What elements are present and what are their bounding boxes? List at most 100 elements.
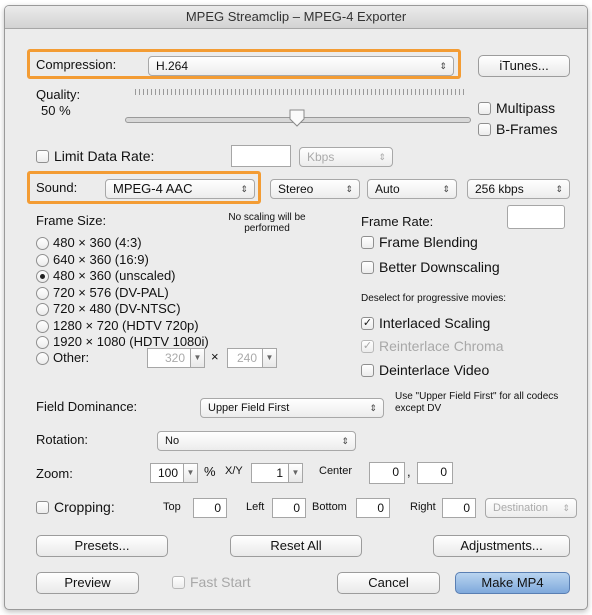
other-width-field[interactable]: 320 <box>147 348 191 368</box>
other-height-stepper[interactable]: ▼ <box>263 348 277 368</box>
compression-label: Compression: <box>36 57 117 72</box>
sound-channels-popup[interactable]: Stereo ⇕ <box>270 179 360 199</box>
popup-arrows-icon: ⇕ <box>562 503 570 513</box>
frame-size-option-label: 1920 × 1080 (HDTV 1080i) <box>53 334 209 349</box>
frame-size-option-label: 720 × 576 (DV-PAL) <box>53 285 169 300</box>
frame-size-note: No scaling will be performed <box>228 212 306 234</box>
crop-top-field[interactable]: 0 <box>193 498 227 518</box>
better-downscaling-label: Better Downscaling <box>379 259 500 275</box>
zoom-field[interactable]: 100 <box>150 463 184 483</box>
zoom-xy-field[interactable]: 1 <box>251 463 289 483</box>
crop-right-field[interactable]: 0 <box>442 498 476 518</box>
center-comma: , <box>407 464 411 479</box>
crop-right-label: Right <box>410 501 436 513</box>
zoom-xy-label: X/Y <box>225 465 243 477</box>
rotation-value: No <box>165 435 180 447</box>
deinterlace-video-checkbox[interactable] <box>361 364 374 377</box>
zoom-percent-sign: % <box>204 464 216 479</box>
popup-arrows-icon: ⇕ <box>240 184 248 194</box>
zoom-stepper[interactable]: ▼ <box>184 463 198 483</box>
crop-bottom-field[interactable]: 0 <box>356 498 390 518</box>
popup-arrows-icon: ⇕ <box>442 184 450 194</box>
frame-size-radio[interactable] <box>36 254 49 267</box>
zoom-xy-stepper[interactable]: ▼ <box>289 463 303 483</box>
frame-size-radio[interactable] <box>36 237 49 250</box>
bframes-label: B-Frames <box>496 121 558 137</box>
cropping-label: Cropping: <box>54 499 115 515</box>
crop-top-label: Top <box>163 501 181 513</box>
fast-start-checkbox[interactable] <box>172 576 185 589</box>
frame-size-other-label: Other: <box>53 350 90 365</box>
frame-rate-field[interactable] <box>507 205 565 229</box>
crop-left-label: Left <box>246 501 265 513</box>
interlaced-scaling-checkbox[interactable]: ✓ <box>361 317 374 330</box>
bframes-checkbox[interactable] <box>478 123 491 136</box>
frame-size-option-label: 480 × 360 (unscaled) <box>53 268 176 283</box>
quality-slider-knob[interactable] <box>289 109 305 127</box>
compression-popup[interactable]: H.264 ⇕ <box>148 56 454 76</box>
multipass-checkbox[interactable] <box>478 102 491 115</box>
frame-size-radio-other[interactable] <box>36 352 49 365</box>
compression-value: H.264 <box>156 59 189 73</box>
cancel-button[interactable]: Cancel <box>337 572 440 594</box>
reset-all-button[interactable]: Reset All <box>230 535 362 557</box>
center-x-field[interactable]: 0 <box>369 462 405 484</box>
itunes-button[interactable]: iTunes... <box>478 55 570 77</box>
other-times-sign: × <box>211 349 219 364</box>
frame-blending-label: Frame Blending <box>379 234 478 250</box>
frame-size-option-label: 480 × 360 (4:3) <box>53 235 142 250</box>
field-dominance-popup[interactable]: Upper Field First ⇕ <box>200 398 384 418</box>
make-mp4-button[interactable]: Make MP4 <box>455 572 570 594</box>
frame-blending-checkbox[interactable] <box>361 236 374 249</box>
deinterlace-video-label: Deinterlace Video <box>379 362 490 378</box>
frame-size-option-label: 720 × 480 (DV-NTSC) <box>53 301 181 316</box>
popup-arrows-icon: ⇕ <box>439 61 447 71</box>
window-title: MPEG Streamclip – MPEG-4 Exporter <box>5 6 587 29</box>
reinterlace-chroma-label: Reinterlace Chroma <box>379 338 504 354</box>
better-downscaling-checkbox[interactable] <box>361 261 374 274</box>
presets-button[interactable]: Presets... <box>36 535 168 557</box>
quality-percent: 50 % <box>41 103 71 118</box>
popup-arrows-icon: ⇕ <box>378 152 386 162</box>
center-y-field[interactable]: 0 <box>417 462 453 484</box>
quality-ticks <box>135 89 465 95</box>
sound-codec-value: MPEG-4 AAC <box>113 181 193 196</box>
field-dominance-note: Use "Upper Field First" for all codecs e… <box>395 391 559 414</box>
frame-size-radio[interactable] <box>36 320 49 333</box>
adjustments-button[interactable]: Adjustments... <box>433 535 570 557</box>
sound-codec-popup[interactable]: MPEG-4 AAC ⇕ <box>105 179 255 199</box>
frame-size-option-label: 1280 × 720 (HDTV 720p) <box>53 318 199 333</box>
frame-size-radio[interactable] <box>36 336 49 349</box>
rotation-popup[interactable]: No ⇕ <box>157 431 356 451</box>
data-rate-unit: Kbps <box>307 150 335 164</box>
interlaced-scaling-label: Interlaced Scaling <box>379 315 491 331</box>
sound-label: Sound: <box>36 180 78 195</box>
reinterlace-chroma-checkbox[interactable]: ✓ <box>361 340 374 353</box>
sound-bitrate-popup[interactable]: 256 kbps ⇕ <box>467 179 570 199</box>
frame-size-radio[interactable] <box>36 303 49 316</box>
frame-rate-label: Frame Rate: <box>361 214 434 229</box>
popup-arrows-icon: ⇕ <box>555 184 563 194</box>
rotation-label: Rotation: <box>36 432 89 447</box>
data-rate-unit-popup[interactable]: Kbps ⇕ <box>299 147 393 167</box>
fast-start-label: Fast Start <box>190 574 251 590</box>
data-rate-field[interactable] <box>231 145 291 167</box>
cropping-checkbox[interactable] <box>36 501 49 514</box>
popup-arrows-icon: ⇕ <box>341 436 349 446</box>
destination-popup[interactable]: Destination ⇕ <box>485 498 577 518</box>
sound-rate-popup[interactable]: Auto ⇕ <box>367 179 457 199</box>
popup-arrows-icon: ⇕ <box>369 403 377 413</box>
preview-button[interactable]: Preview <box>36 572 139 594</box>
exporter-window: MPEG Streamclip – MPEG-4 Exporter Compre… <box>4 5 588 610</box>
deselect-note: Deselect for progressive movies: <box>361 293 507 304</box>
other-width-stepper[interactable]: ▼ <box>191 348 205 368</box>
other-height-field[interactable]: 240 <box>227 348 263 368</box>
crop-left-field[interactable]: 0 <box>272 498 306 518</box>
zoom-label: Zoom: <box>36 466 73 481</box>
sound-channels-value: Stereo <box>278 182 314 196</box>
limit-data-rate-checkbox[interactable] <box>36 150 49 163</box>
frame-size-radio[interactable] <box>36 270 49 283</box>
frame-size-label: Frame Size: <box>36 213 107 228</box>
sound-bitrate-value: 256 kbps <box>475 182 524 196</box>
frame-size-radio[interactable] <box>36 287 49 300</box>
